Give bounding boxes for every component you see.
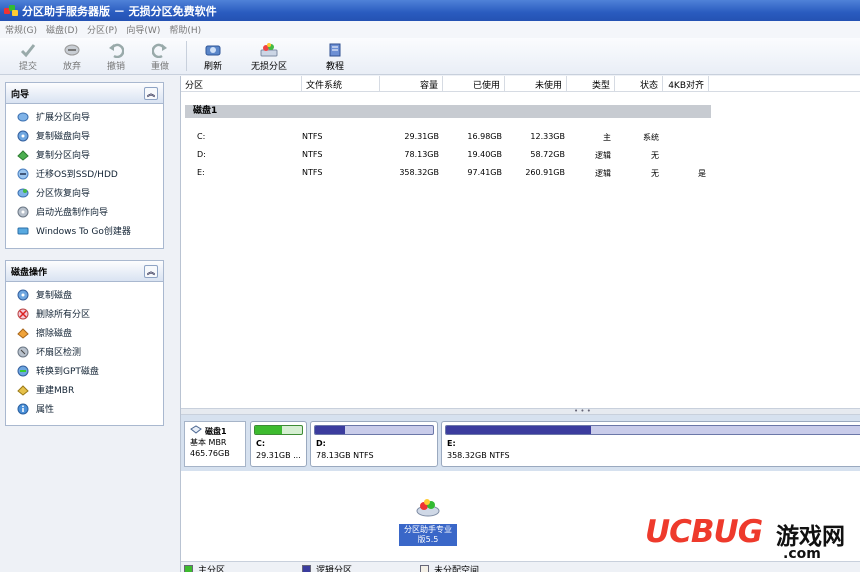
col-filesystem[interactable]: 文件系统 <box>302 75 380 92</box>
disk-map: 磁盘1 基本 MBR 465.76GB C: 29.31GB ... D: 78… <box>181 415 860 471</box>
legend-logical: 逻辑分区 <box>302 563 352 572</box>
col-free[interactable]: 未使用 <box>505 75 567 92</box>
menu-disk[interactable]: 磁盘(D) <box>46 23 78 36</box>
op-copy-disk[interactable]: 复制磁盘 <box>6 285 163 304</box>
check-icon <box>18 41 38 59</box>
lossless-partition-button[interactable]: 无损分区 <box>239 38 299 72</box>
watermark-logo: UCBUG 游戏网 .com <box>645 514 845 562</box>
wizard-panel-header[interactable]: 向导 ︽ <box>6 83 163 104</box>
undo-button[interactable]: 撤销 <box>96 38 136 72</box>
migrate-icon <box>17 168 29 180</box>
wizard-windows-to-go[interactable]: Windows To Go创建器 <box>6 221 163 240</box>
desktop-shortcut[interactable]: 分区助手专业 版5.5 <box>399 498 457 546</box>
toolbar-separator <box>186 41 187 71</box>
redo-button[interactable]: 重做 <box>140 38 180 72</box>
tutorial-button[interactable]: 教程 <box>315 38 355 72</box>
info-icon <box>17 403 29 415</box>
legend-unallocated: 未分配空间 <box>420 563 479 572</box>
op-properties[interactable]: 属性 <box>6 399 163 418</box>
discard-icon <box>62 41 82 59</box>
wizard-extend-partition[interactable]: 扩展分区向导 <box>6 107 163 126</box>
usage-fill <box>255 426 283 434</box>
copy-disk-icon <box>17 289 29 301</box>
menu-help[interactable]: 帮助(H) <box>169 23 201 36</box>
usage-bar <box>314 425 434 435</box>
op-bad-sector-check[interactable]: 坏扇区检测 <box>6 342 163 361</box>
disk-info-card[interactable]: 磁盘1 基本 MBR 465.76GB <box>184 421 246 467</box>
book-icon <box>325 41 345 59</box>
disk-ops-panel: 磁盘操作 ︽ 复制磁盘 删除所有分区 擦除磁盘 坏扇区检测 转换到GPT磁盘 重… <box>5 260 164 426</box>
op-delete-all-partitions[interactable]: 删除所有分区 <box>6 304 163 323</box>
col-status[interactable]: 状态 <box>615 75 663 92</box>
table-row[interactable]: C: NTFS 29.31GB 16.98GB 12.33GB 主 系统 <box>181 129 860 146</box>
table-row[interactable]: D: NTFS 78.13GB 19.40GB 58.72GB 逻辑 无 <box>181 147 860 164</box>
wizard-boot-cd[interactable]: 启动光盘制作向导 <box>6 202 163 221</box>
copy-partition-icon <box>17 149 29 161</box>
wizard-copy-partition[interactable]: 复制分区向导 <box>6 145 163 164</box>
partition-assistant-icon <box>415 498 441 520</box>
menu-general[interactable]: 常规(G) <box>5 23 37 36</box>
wizard-migrate-os[interactable]: 迁移OS到SSD/HDD <box>6 164 163 183</box>
disk-group-label[interactable]: 磁盘1 <box>185 105 711 118</box>
usage-bar <box>445 425 860 435</box>
window-title: 分区助手服务器版 － 无损分区免费软件 <box>22 4 217 18</box>
refresh-icon <box>203 41 223 59</box>
bad-sector-icon <box>17 346 29 358</box>
legend-primary-swatch <box>184 565 193 572</box>
partition-table: 分区 文件系统 容量 已使用 未使用 类型 状态 4KB对齐 磁盘1 C: NT… <box>181 75 860 414</box>
usage-bar <box>254 425 303 435</box>
lossless-partition-icon <box>259 41 279 59</box>
legend-logical-swatch <box>302 565 311 572</box>
redo-icon <box>150 41 170 59</box>
discard-button[interactable]: 放弃 <box>52 38 92 72</box>
copy-disk-icon <box>17 130 29 142</box>
delete-icon <box>17 308 29 320</box>
app-icon <box>4 4 18 17</box>
wipe-icon <box>17 327 29 339</box>
commit-button[interactable]: 提交 <box>8 38 48 72</box>
op-convert-gpt[interactable]: 转换到GPT磁盘 <box>6 361 163 380</box>
legend-bar: 主分区 逻辑分区 未分配空间 <box>181 561 860 572</box>
recovery-icon <box>17 187 29 199</box>
collapse-icon[interactable]: ︽ <box>144 264 158 278</box>
col-4kb-aligned[interactable]: 4KB对齐 <box>663 75 709 92</box>
undo-icon <box>106 41 126 59</box>
extend-icon <box>17 111 29 123</box>
collapse-icon[interactable]: ︽ <box>144 86 158 100</box>
sidebar: 向导 ︽ 扩展分区向导 复制磁盘向导 复制分区向导 迁移OS到SSD/HDD 分… <box>0 76 181 572</box>
legend-primary: 主分区 <box>184 563 225 572</box>
wizard-partition-recovery[interactable]: 分区恢复向导 <box>6 183 163 202</box>
usage-fill <box>446 426 592 434</box>
pane-splitter[interactable]: • • • <box>181 408 860 415</box>
legend-unallocated-swatch <box>420 565 429 572</box>
table-header: 分区 文件系统 容量 已使用 未使用 类型 状态 4KB对齐 <box>181 75 860 92</box>
col-partition[interactable]: 分区 <box>181 75 302 92</box>
disk-ops-panel-header[interactable]: 磁盘操作 ︽ <box>6 261 163 282</box>
col-type[interactable]: 类型 <box>567 75 615 92</box>
menu-bar: 常规(G) 磁盘(D) 分区(P) 向导(W) 帮助(H) <box>0 21 860 38</box>
convert-icon <box>17 365 29 377</box>
windows-to-go-icon <box>17 225 29 237</box>
table-row[interactable]: E: NTFS 358.32GB 97.41GB 260.91GB 逻辑 无 是 <box>181 165 860 182</box>
rebuild-mbr-icon <box>17 384 29 396</box>
title-bar: 分区助手服务器版 － 无损分区免费软件 <box>0 0 860 21</box>
wizard-panel: 向导 ︽ 扩展分区向导 复制磁盘向导 复制分区向导 迁移OS到SSD/HDD 分… <box>5 82 164 249</box>
toolbar: 提交 放弃 撤销 重做 刷新 无损分区 教程 <box>0 38 860 75</box>
partition-block-e[interactable]: E: 358.32GB NTFS <box>441 421 860 467</box>
op-wipe-disk[interactable]: 擦除磁盘 <box>6 323 163 342</box>
refresh-button[interactable]: 刷新 <box>193 38 233 72</box>
usage-fill <box>315 426 345 434</box>
menu-wizard[interactable]: 向导(W) <box>126 23 160 36</box>
col-capacity[interactable]: 容量 <box>380 75 443 92</box>
disk-icon <box>190 425 202 437</box>
partition-block-c[interactable]: C: 29.31GB ... <box>250 421 307 467</box>
op-rebuild-mbr[interactable]: 重建MBR <box>6 380 163 399</box>
boot-cd-icon <box>17 206 29 218</box>
partition-block-d[interactable]: D: 78.13GB NTFS <box>310 421 438 467</box>
menu-partition[interactable]: 分区(P) <box>87 23 117 36</box>
wizard-copy-disk[interactable]: 复制磁盘向导 <box>6 126 163 145</box>
col-used[interactable]: 已使用 <box>443 75 505 92</box>
